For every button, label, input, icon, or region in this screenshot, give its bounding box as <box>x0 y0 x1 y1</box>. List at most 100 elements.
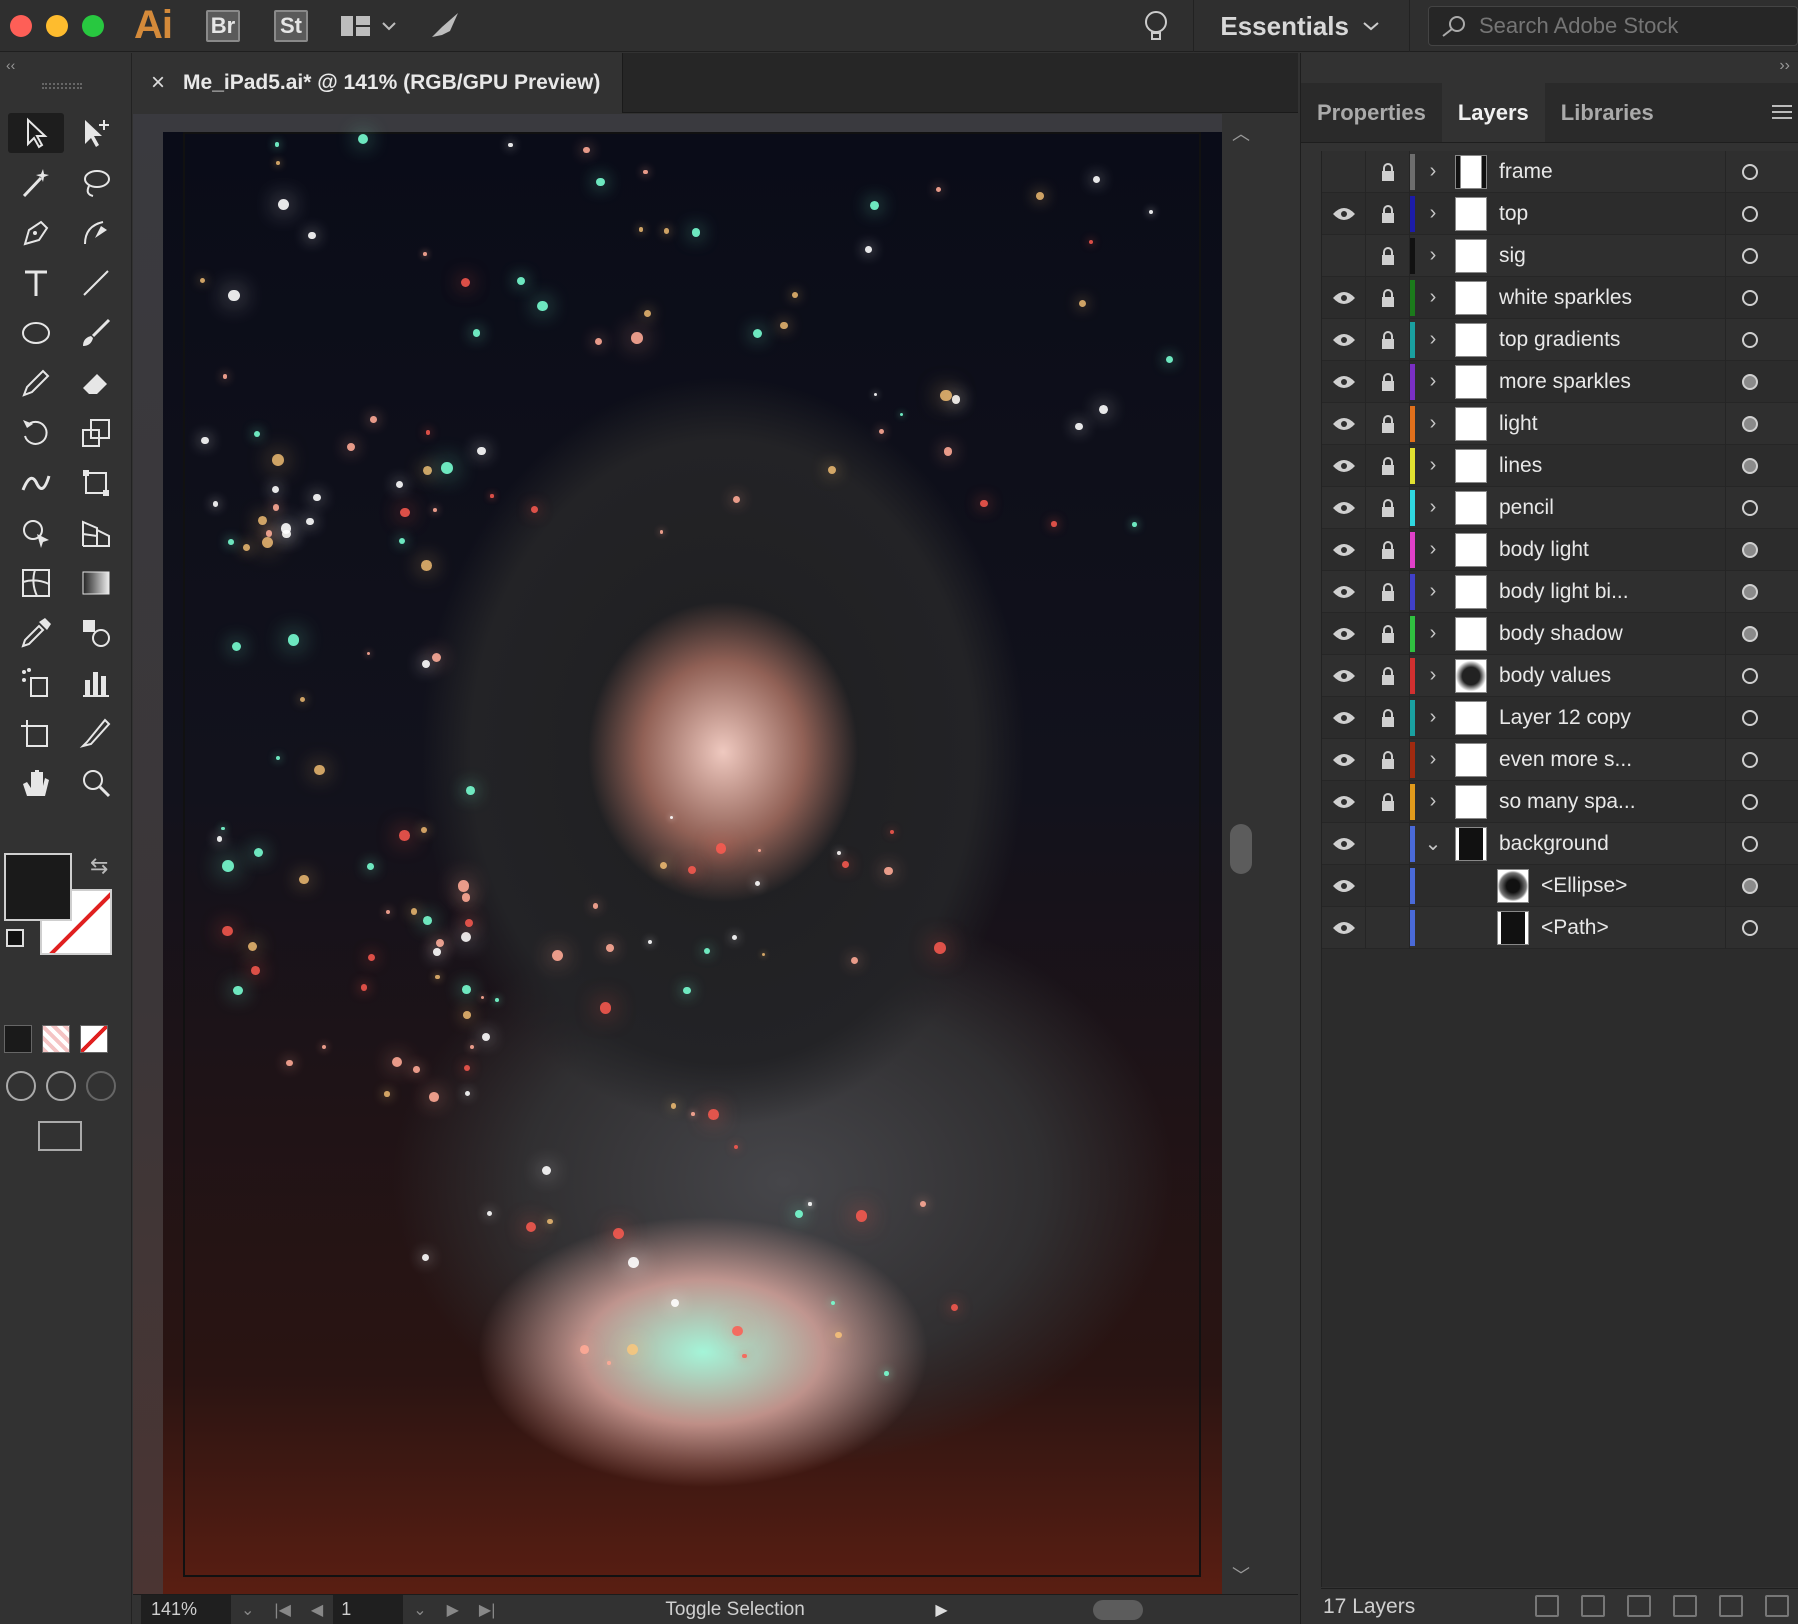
scroll-up-icon[interactable]: ︿ <box>1232 120 1250 146</box>
lock-toggle[interactable] <box>1366 612 1410 655</box>
visibility-toggle[interactable] <box>1322 906 1366 949</box>
target-column[interactable] <box>1725 319 1798 361</box>
close-icon[interactable]: × <box>151 69 165 97</box>
expand-chevron-icon[interactable]: › <box>1415 664 1451 687</box>
tab-properties[interactable]: Properties <box>1301 83 1442 142</box>
gradient-tool[interactable] <box>68 563 124 603</box>
visibility-toggle[interactable] <box>1322 486 1366 529</box>
expand-chevron-icon[interactable]: › <box>1415 790 1451 813</box>
target-circle-icon[interactable] <box>1742 332 1758 348</box>
zoom-level-field[interactable]: 141% <box>141 1594 231 1624</box>
visibility-toggle[interactable] <box>1322 780 1366 823</box>
draw-behind-icon[interactable] <box>46 1071 76 1101</box>
lock-toggle[interactable] <box>1366 318 1410 361</box>
document-tab[interactable]: × Me_iPad5.ai* @ 141% (RGB/GPU Preview) <box>133 53 623 113</box>
new-layer-icon[interactable] <box>1719 1595 1743 1617</box>
lock-toggle[interactable] <box>1366 654 1410 697</box>
draw-normal-icon[interactable] <box>6 1071 36 1101</box>
target-circle-icon[interactable] <box>1742 248 1758 264</box>
stock-button[interactable]: St <box>274 9 308 42</box>
lock-toggle[interactable] <box>1366 402 1410 445</box>
lock-toggle[interactable] <box>1366 360 1410 403</box>
target-column[interactable] <box>1725 739 1798 781</box>
arrange-documents-button[interactable] <box>340 15 396 37</box>
new-sublayer-icon[interactable] <box>1673 1595 1697 1617</box>
target-column[interactable] <box>1725 403 1798 445</box>
canvas-area[interactable]: ︿ ﹀ <box>133 114 1260 1594</box>
scale-tool[interactable] <box>68 413 124 453</box>
layer-name[interactable]: lines <box>1499 454 1709 478</box>
column-graph-tool[interactable] <box>68 663 124 703</box>
screen-mode-icon[interactable] <box>38 1121 82 1151</box>
lock-toggle[interactable] <box>1366 864 1410 907</box>
slice-tool[interactable] <box>68 713 124 753</box>
lock-toggle[interactable] <box>1366 696 1410 739</box>
layer-name[interactable]: body shadow <box>1499 622 1709 646</box>
stock-search-input[interactable] <box>1479 13 1779 39</box>
target-circle-icon[interactable] <box>1742 374 1758 390</box>
visibility-toggle[interactable] <box>1322 612 1366 655</box>
gradient-mode-icon[interactable] <box>42 1025 70 1053</box>
target-circle-icon[interactable] <box>1742 920 1758 936</box>
direct-selection-tool[interactable] <box>68 113 124 153</box>
lock-toggle[interactable] <box>1366 234 1410 277</box>
make-clipping-mask-icon[interactable] <box>1627 1595 1651 1617</box>
expand-chevron-icon[interactable]: › <box>1415 286 1451 309</box>
visibility-toggle[interactable] <box>1322 402 1366 445</box>
sublayer-row[interactable]: <Ellipse> <box>1322 864 1798 907</box>
layer-name[interactable]: background <box>1499 832 1709 856</box>
layer-name[interactable]: so many spa... <box>1499 790 1709 814</box>
layer-name[interactable]: white sparkles <box>1499 286 1709 310</box>
target-circle-icon[interactable] <box>1742 290 1758 306</box>
lock-toggle[interactable] <box>1366 486 1410 529</box>
artboard-number-field[interactable]: 1 <box>333 1594 404 1624</box>
rotate-tool[interactable] <box>8 413 64 453</box>
expand-chevron-icon[interactable]: › <box>1415 412 1451 435</box>
next-artboard-icon[interactable]: ▶ <box>447 1600 459 1620</box>
swap-fill-stroke-icon[interactable]: ⇆ <box>90 853 108 879</box>
visibility-toggle[interactable] <box>1322 570 1366 613</box>
paintbrush-tool[interactable] <box>68 313 124 353</box>
layer-row[interactable]: › so many spa... <box>1322 780 1798 823</box>
eraser-tool[interactable] <box>68 363 124 403</box>
visibility-toggle[interactable] <box>1322 696 1366 739</box>
layer-row[interactable]: ⌄ background <box>1322 822 1798 865</box>
toolbar-grip[interactable] <box>42 83 82 89</box>
target-circle-icon[interactable] <box>1742 794 1758 810</box>
target-circle-icon[interactable] <box>1742 542 1758 558</box>
expand-chevron-icon[interactable]: › <box>1415 160 1451 183</box>
layer-row[interactable]: › frame <box>1322 150 1798 193</box>
layer-row[interactable]: › even more s... <box>1322 738 1798 781</box>
zoom-dropdown-icon[interactable]: ⌄ <box>241 1600 254 1620</box>
zoom-window-button[interactable] <box>82 14 104 37</box>
layer-row[interactable]: › light <box>1322 402 1798 445</box>
layer-row[interactable]: › top gradients <box>1322 318 1798 361</box>
layer-row[interactable]: › body light bi... <box>1322 570 1798 613</box>
lasso-tool[interactable] <box>68 163 124 203</box>
expand-chevron-icon[interactable]: › <box>1415 244 1451 267</box>
default-fill-stroke-icon[interactable] <box>6 929 24 947</box>
sublayer-row[interactable]: <Path> <box>1322 906 1798 949</box>
layer-name[interactable]: more sparkles <box>1499 370 1709 394</box>
expand-chevron-icon[interactable]: › <box>1415 622 1451 645</box>
lock-toggle[interactable] <box>1366 192 1410 235</box>
selection-tool[interactable] <box>8 113 64 153</box>
target-column[interactable] <box>1725 655 1798 697</box>
artboard-tool[interactable] <box>8 713 64 753</box>
lock-toggle[interactable] <box>1366 738 1410 781</box>
visibility-toggle[interactable] <box>1322 360 1366 403</box>
layer-name[interactable]: even more s... <box>1499 748 1709 772</box>
expand-chevron-icon[interactable]: › <box>1415 496 1451 519</box>
magic-wand-tool[interactable] <box>8 163 64 203</box>
target-column[interactable] <box>1725 277 1798 319</box>
color-mode-icon[interactable] <box>4 1025 32 1053</box>
target-circle-icon[interactable] <box>1742 626 1758 642</box>
target-column[interactable] <box>1725 571 1798 613</box>
mesh-tool[interactable] <box>8 563 64 603</box>
layer-row[interactable]: › top <box>1322 192 1798 235</box>
stock-search[interactable] <box>1428 6 1798 46</box>
scroll-down-icon[interactable]: ﹀ <box>1232 1562 1250 1588</box>
layer-row[interactable]: › sig <box>1322 234 1798 277</box>
ellipse-tool[interactable] <box>8 313 64 353</box>
expand-chevron-icon[interactable]: › <box>1415 328 1451 351</box>
